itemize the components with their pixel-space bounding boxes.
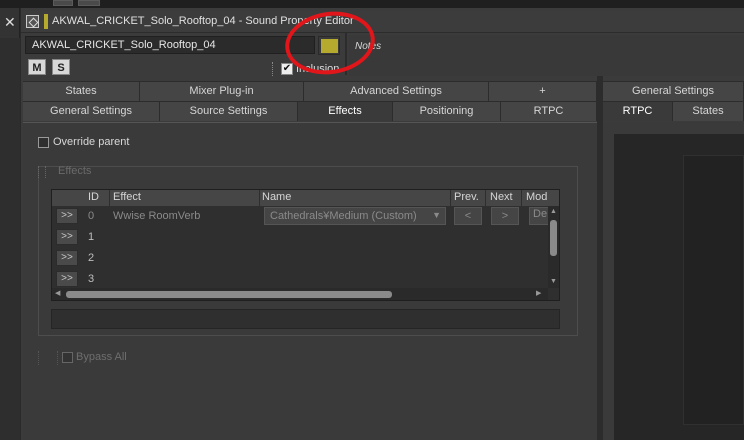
column-divider[interactable] bbox=[485, 190, 486, 206]
scroll-down-icon[interactable]: ▼ bbox=[550, 278, 557, 285]
bypass-grip bbox=[38, 351, 58, 365]
scroll-up-icon[interactable]: ▲ bbox=[550, 208, 557, 215]
effects-table: ID Effect Name Prev. Next Mod >> 0 Wwise… bbox=[51, 189, 560, 301]
column-header-effect[interactable]: Effect bbox=[113, 191, 141, 203]
column-header-prev[interactable]: Prev. bbox=[454, 191, 479, 203]
column-divider[interactable] bbox=[259, 190, 260, 206]
effect-id: 0 bbox=[88, 210, 95, 222]
tab-mixer-plugin[interactable]: Mixer Plug-in bbox=[140, 81, 304, 101]
effect-shareset-value: Cathedrals¥Medium (Custom) bbox=[270, 210, 417, 222]
expand-effect-button[interactable]: >> bbox=[56, 208, 78, 224]
horizontal-scroll-thumb[interactable] bbox=[66, 291, 392, 298]
left-side-panel: ✕ bbox=[0, 8, 20, 440]
expand-effect-button[interactable]: >> bbox=[56, 271, 78, 287]
horizontal-scrollbar[interactable]: ◀ ▶ bbox=[52, 288, 548, 300]
override-parent-checkbox[interactable] bbox=[38, 137, 49, 148]
object-name-field[interactable]: AKWAL_CRICKET_Solo_Rooftop_04 bbox=[25, 36, 315, 54]
solo-button[interactable]: S bbox=[52, 59, 70, 75]
tab-states[interactable]: States bbox=[23, 81, 140, 101]
column-header-name[interactable]: Name bbox=[262, 191, 291, 203]
effect-id: 2 bbox=[88, 252, 95, 264]
bypass-all-checkbox[interactable] bbox=[62, 352, 73, 363]
table-row[interactable]: >> 3 bbox=[52, 269, 548, 288]
effect-shareset-dropdown[interactable]: Cathedrals¥Medium (Custom) ▼ bbox=[264, 207, 446, 225]
column-header-mode[interactable]: Mod bbox=[526, 191, 547, 203]
scroll-right-icon[interactable]: ▶ bbox=[536, 289, 541, 297]
top-strip-button[interactable] bbox=[78, 0, 100, 6]
chevron-down-icon: ▼ bbox=[432, 210, 441, 220]
table-header: ID Effect Name Prev. Next Mod bbox=[52, 190, 559, 206]
tab-source-settings[interactable]: Source Settings bbox=[160, 101, 298, 121]
column-divider[interactable] bbox=[109, 190, 110, 206]
column-divider[interactable] bbox=[521, 190, 522, 206]
table-row[interactable]: >> 1 bbox=[52, 227, 548, 248]
table-row[interactable]: >> 2 bbox=[52, 248, 548, 269]
group-grip bbox=[38, 166, 46, 178]
effects-group-label: Effects bbox=[58, 165, 92, 177]
tab-general-settings[interactable]: General Settings bbox=[23, 101, 160, 121]
left-panel-strip bbox=[0, 38, 20, 440]
close-icon[interactable]: ✕ bbox=[4, 14, 16, 31]
tab-advanced-settings[interactable]: Advanced Settings bbox=[304, 81, 489, 101]
vertical-scroll-thumb[interactable] bbox=[550, 220, 557, 256]
right-tab-row-top: General Settings bbox=[603, 81, 744, 101]
top-strip-button[interactable] bbox=[53, 0, 73, 6]
drag-grip[interactable] bbox=[272, 62, 277, 76]
effect-details-bar bbox=[51, 309, 560, 329]
rtpc-graph-area[interactable] bbox=[683, 155, 744, 425]
title-bar: AKWAL_CRICKET_Solo_Rooftop_04 - Sound Pr… bbox=[21, 11, 744, 33]
mode-dropdown[interactable]: De bbox=[529, 207, 549, 225]
previous-button[interactable]: < bbox=[454, 207, 482, 225]
column-header-id[interactable]: ID bbox=[88, 191, 99, 203]
tab-row-top: States Mixer Plug-in Advanced Settings + bbox=[23, 81, 597, 101]
tab-positioning[interactable]: Positioning bbox=[393, 101, 501, 121]
object-color-marker bbox=[44, 14, 48, 29]
expand-effect-button[interactable]: >> bbox=[56, 250, 78, 266]
right-tab-row-bottom: RTPC States bbox=[603, 101, 744, 121]
notes-field[interactable]: Notes bbox=[349, 35, 744, 76]
right-tab-general-settings[interactable]: General Settings bbox=[603, 81, 744, 101]
right-tab-rtpc[interactable]: RTPC bbox=[603, 101, 673, 121]
right-tab-states[interactable]: States bbox=[673, 101, 744, 121]
next-button[interactable]: > bbox=[491, 207, 519, 225]
inclusion-checkbox[interactable]: ✔ bbox=[281, 63, 293, 75]
override-parent-label: Override parent bbox=[53, 136, 130, 148]
vertical-scrollbar[interactable]: ▲ ▼ bbox=[548, 206, 559, 288]
effect-id: 1 bbox=[88, 231, 95, 243]
effect-id: 3 bbox=[88, 273, 95, 285]
top-strip bbox=[0, 0, 744, 8]
column-divider[interactable] bbox=[450, 190, 451, 206]
tab-add[interactable]: + bbox=[489, 81, 597, 101]
bypass-all-label: Bypass All bbox=[76, 351, 127, 363]
mute-button[interactable]: M bbox=[28, 59, 46, 75]
tab-rtpc[interactable]: RTPC bbox=[501, 101, 597, 121]
column-header-next[interactable]: Next bbox=[490, 191, 513, 203]
scroll-left-icon[interactable]: ◀ bbox=[55, 289, 60, 297]
tab-effects[interactable]: Effects bbox=[298, 101, 393, 121]
effect-type: Wwise RoomVerb bbox=[113, 210, 201, 222]
table-row[interactable]: >> 0 Wwise RoomVerb Cathedrals¥Medium (C… bbox=[52, 206, 549, 227]
expand-effect-button[interactable]: >> bbox=[56, 229, 78, 245]
tab-row-bottom: General Settings Source Settings Effects… bbox=[23, 101, 597, 121]
sound-property-editor-icon bbox=[26, 15, 39, 28]
